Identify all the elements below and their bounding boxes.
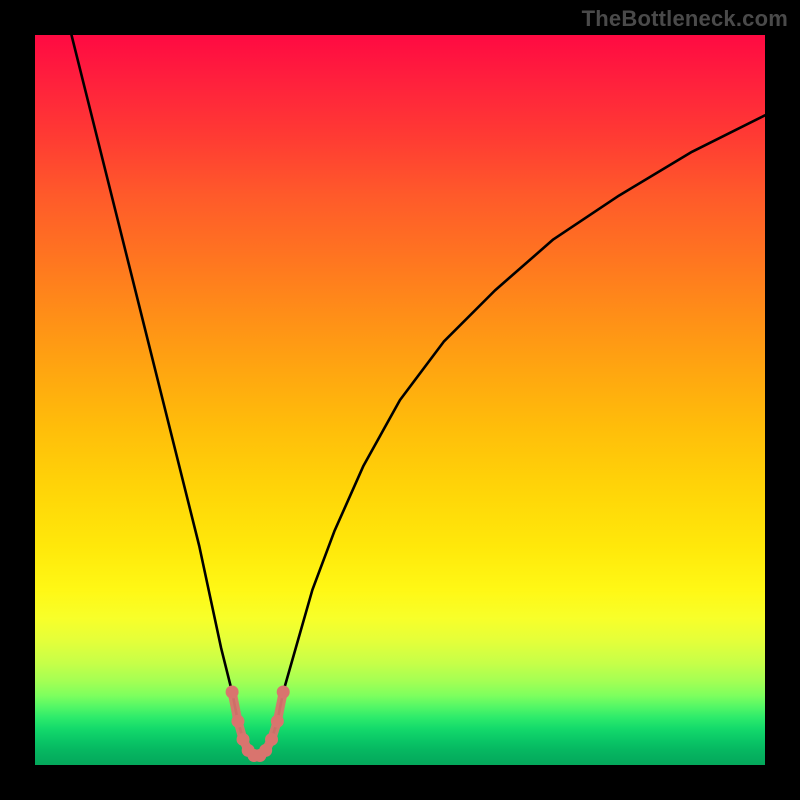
minimum-marker-dot xyxy=(271,715,284,728)
curve-layer xyxy=(35,35,765,765)
chart-frame: TheBottleneck.com xyxy=(0,0,800,800)
minimum-marker-dot xyxy=(259,744,272,757)
minimum-marker-dot xyxy=(231,715,244,728)
minimum-marker-dot xyxy=(226,686,239,699)
plot-area xyxy=(35,35,765,765)
watermark-text: TheBottleneck.com xyxy=(582,6,788,32)
bottleneck-curve xyxy=(72,35,766,756)
minimum-marker-dot xyxy=(277,686,290,699)
minimum-marker-dot xyxy=(265,733,278,746)
